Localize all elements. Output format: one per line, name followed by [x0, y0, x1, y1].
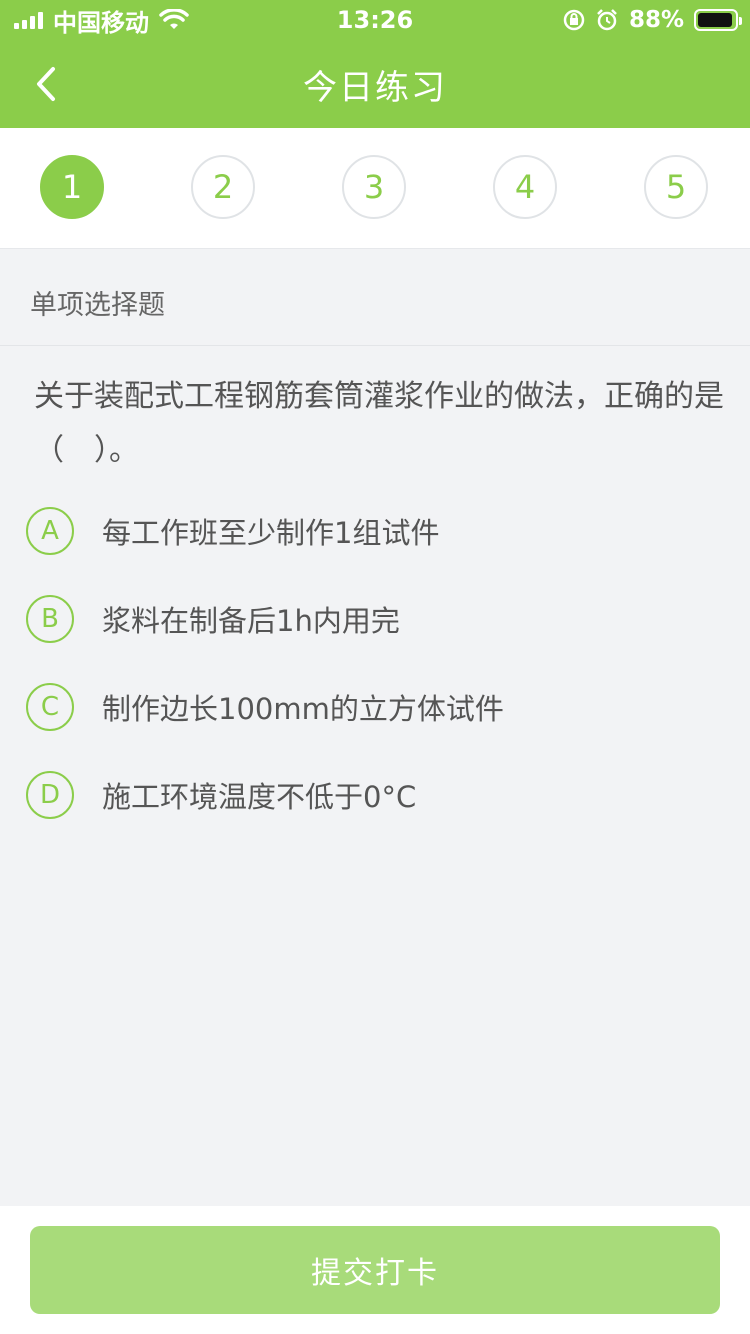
battery-percent: 88%	[628, 7, 684, 33]
option-d[interactable]: D 施工环境温度不低于0°C	[26, 765, 726, 825]
option-b-letter: B	[26, 595, 74, 643]
step-5[interactable]: 5	[644, 155, 708, 219]
question-text: 关于装配式工程钢筋套筒灌浆作业的做法，正确的是（ ）。	[34, 379, 724, 468]
page-title: 今日练习	[303, 68, 447, 108]
nav-bar: 今日练习	[0, 40, 750, 128]
option-b[interactable]: B 浆料在制备后1h内用完	[26, 589, 726, 649]
top-bar: 中国移动 13:26 88% 今日练习	[0, 0, 750, 128]
step-1[interactable]: 1	[40, 155, 104, 219]
option-c[interactable]: C 制作边长100mm的立方体试件	[26, 677, 726, 737]
option-d-letter: D	[26, 771, 74, 819]
submit-checkin-button[interactable]: 提交打卡	[30, 1226, 720, 1314]
orientation-lock-icon	[563, 9, 585, 31]
option-c-letter: C	[26, 683, 74, 731]
option-c-text: 制作边长100mm的立方体试件	[102, 692, 504, 726]
step-4[interactable]: 4	[493, 155, 557, 219]
question-type-header: 单项选择题	[0, 249, 750, 346]
option-a-text: 每工作班至少制作1组试件	[102, 516, 440, 550]
footer: 提交打卡	[0, 1206, 750, 1334]
option-d-text: 施工环境温度不低于0°C	[102, 780, 417, 814]
step-3[interactable]: 3	[342, 155, 406, 219]
battery-icon	[694, 9, 742, 31]
option-b-text: 浆料在制备后1h内用完	[102, 604, 400, 638]
app-screen: 中国移动 13:26 88% 今日练习 1 2 3 4 5 单项选择题 关于装配…	[0, 0, 750, 1334]
option-a-letter: A	[26, 507, 74, 555]
alarm-icon	[597, 9, 617, 31]
status-bar: 中国移动 13:26 88%	[0, 0, 750, 40]
question-stepper: 1 2 3 4 5	[0, 128, 750, 249]
option-a[interactable]: A 每工作班至少制作1组试件	[26, 501, 726, 561]
status-right: 88%	[563, 6, 742, 34]
step-2[interactable]: 2	[191, 155, 255, 219]
question-type-label: 单项选择题	[30, 290, 165, 321]
